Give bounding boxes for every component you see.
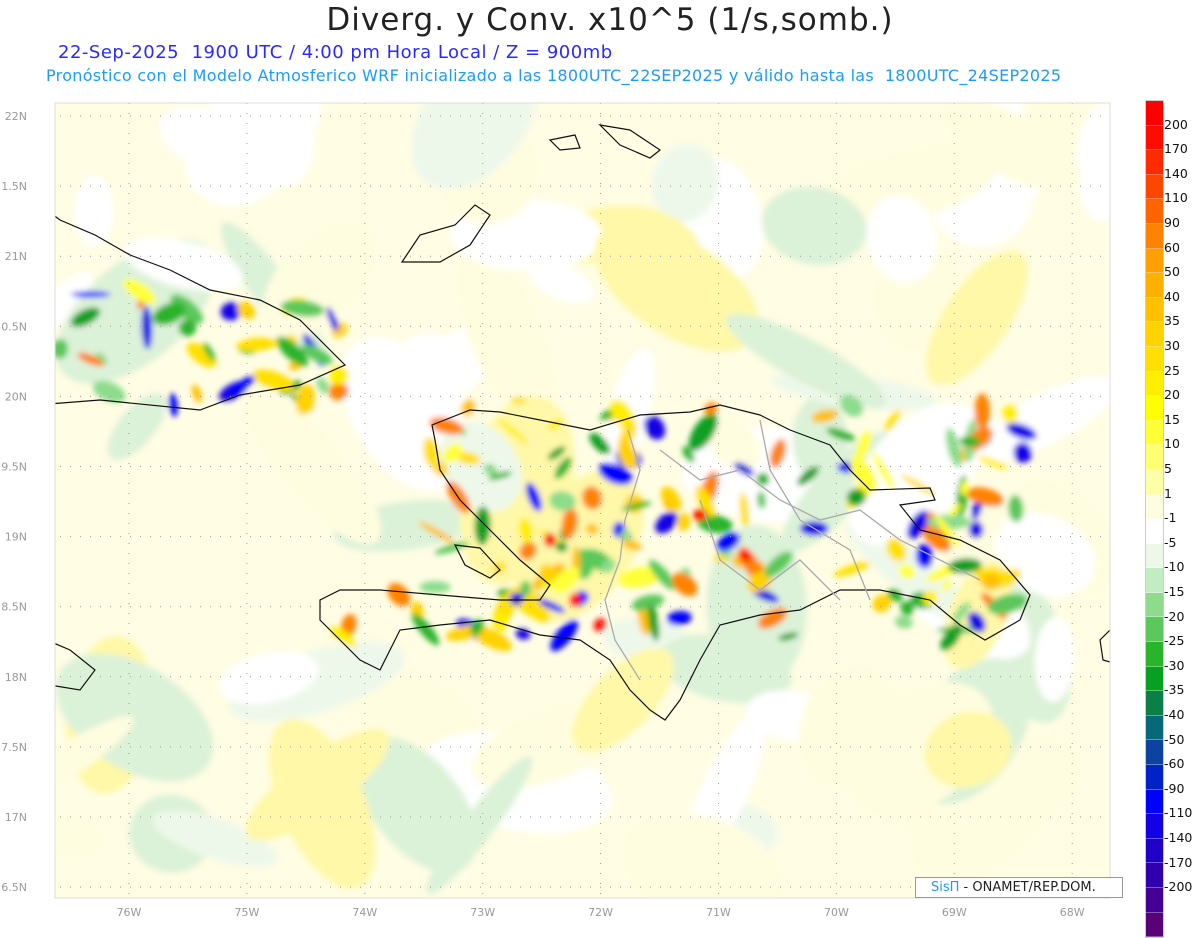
colorbar-bin [1146,445,1163,470]
colorbar-label: 15 [1164,411,1180,427]
colorbar-bin [1146,765,1163,790]
colorbar-bin [1146,248,1163,274]
colorbar-label: -110 [1164,805,1193,821]
colorbar-label: 20 [1164,387,1180,403]
lat-label: 17N [5,811,27,824]
colorbar-label: 60 [1164,239,1180,255]
colorbar-label: -35 [1164,682,1185,698]
lon-label: 75W [234,906,259,919]
colorbar-label: -5 [1164,534,1177,550]
colorbar [1145,100,1164,938]
colorbar-bin [1146,568,1163,593]
divergence-map: 22N 1.5N 21N 0.5N 20N 9.5N 19N 8.5N 18N 7.5N 17N 6.… [1,102,1111,919]
colorbar-bin [1146,174,1163,200]
colorbar-bin [1146,469,1163,495]
lat-label: 0.5N [1,320,27,333]
colorbar-bin [1146,789,1163,815]
colorbar-bin [1146,223,1163,249]
colorbar-label: 35 [1164,313,1180,329]
lon-label: 71W [706,906,731,919]
colorbar-label: -40 [1164,707,1185,722]
lat-label: 22N [5,110,27,123]
colorbar-bin [1146,199,1163,224]
colorbar-label: 5 [1164,461,1172,476]
colorbar-bin [1146,150,1163,175]
lat-label: 9.5N [1,461,27,474]
colorbar-bin [1146,642,1163,667]
lat-label: 1.5N [1,180,27,193]
lon-label: 76W [117,906,142,919]
colorbar-label: 90 [1164,215,1180,230]
colorbar-label: -15 [1164,584,1185,599]
colorbar-label: 50 [1164,264,1180,280]
credit-box: SisΠ - ONAMET/REP.DOM. [915,877,1123,898]
colorbar-label: -170 [1164,854,1193,870]
colorbar-bin [1146,125,1163,151]
colorbar-label: 170 [1164,141,1188,157]
credit-text: - ONAMET/REP.DOM. [959,880,1096,895]
colorbar-label: -25 [1164,633,1185,649]
colorbar-bin [1146,396,1163,421]
colorbar-label: -200 [1164,879,1193,895]
colorbar-bin [1146,814,1163,839]
colorbar-bin [1146,346,1163,372]
colorbar-label: 40 [1164,288,1180,304]
colorbar-label: -60 [1164,756,1185,772]
colorbar-label: 10 [1164,436,1180,452]
colorbar-label: -10 [1164,559,1185,575]
colorbar-bin [1146,715,1163,741]
colorbar-label: -140 [1164,830,1193,845]
lat-label: 18N [5,671,27,684]
colorbar-bin [1146,592,1163,618]
colorbar-bin [1146,740,1163,766]
colorbar-label: 30 [1164,338,1180,353]
colorbar-bin [1146,101,1163,126]
colorbar-bin [1146,494,1163,520]
colorbar-label: 25 [1164,362,1180,378]
lon-label: 70W [824,906,849,919]
colorbar-label: 110 [1164,190,1188,206]
colorbar-label: -50 [1164,731,1185,747]
colorbar-bin [1146,273,1163,298]
colorbar-bin [1146,838,1163,864]
lat-label: 19N [5,531,27,544]
lon-label: 72W [588,906,613,919]
lat-label: 6.5N [1,881,27,894]
colorbar-label: -1 [1164,510,1177,526]
colorbar-label: -30 [1164,657,1185,673]
colorbar-label: 140 [1164,165,1188,181]
colorbar-bin [1146,617,1163,643]
colorbar-label: 1 [1164,485,1172,501]
lat-label: 7.5N [1,741,27,754]
colorbar-label: -20 [1164,608,1185,624]
lon-label: 69W [942,906,967,919]
colorbar-bin [1146,543,1163,569]
lat-label: 21N [5,250,27,263]
colorbar-bin [1146,297,1163,323]
colorbar-label: -90 [1164,780,1185,796]
colorbar-bin [1146,420,1163,446]
lat-label: 8.5N [1,601,27,614]
colorbar-bin [1146,371,1163,397]
colorbar-label: 200 [1164,116,1188,132]
colorbar-bin [1146,666,1163,692]
colorbar-bin [1146,912,1163,938]
sispi-logo: SisΠ [931,880,960,895]
lon-label: 74W [352,906,377,919]
lon-label: 73W [470,906,495,919]
colorbar-bin [1146,519,1163,544]
colorbar-bin [1146,691,1163,716]
lon-label: 68W [1060,906,1085,919]
lat-label: 20N [5,390,27,403]
colorbar-bin [1146,322,1163,347]
colorbar-bin [1146,888,1163,913]
colorbar-bin [1146,863,1163,888]
